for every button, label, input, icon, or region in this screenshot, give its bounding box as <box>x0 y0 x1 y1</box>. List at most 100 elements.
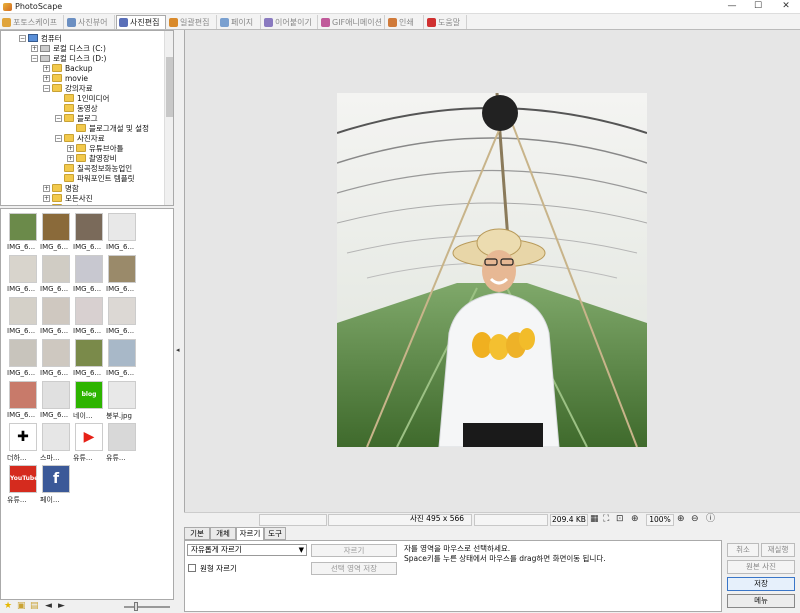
thumbnail-image[interactable] <box>42 423 70 451</box>
actual-size-icon[interactable]: ⊡ <box>616 515 624 524</box>
thumbnail-image[interactable] <box>9 381 37 409</box>
expand-icon[interactable]: + <box>67 154 74 162</box>
tree-item[interactable]: + 유튜브아틀 <box>67 143 124 153</box>
folder-tree[interactable]: − 컴퓨터 + 로컬 디스크 (C:) − 로컬 디스크 (D:) + Backup + movi… <box>0 30 174 206</box>
thumbnail-item[interactable]: IMG_6... <box>106 213 139 255</box>
thumbnail-image[interactable]: ▶ <box>75 423 103 451</box>
photo-canvas[interactable] <box>184 30 800 512</box>
tree-item[interactable]: − 로컬 디스크 (D:) <box>31 53 106 63</box>
thumbnail-item[interactable]: IMG_6... <box>7 255 40 297</box>
thumbnail-image[interactable] <box>9 255 37 283</box>
tree-item[interactable]: − 강의자료 <box>43 83 93 93</box>
add-folder-icon[interactable]: ▣ <box>17 602 26 611</box>
tree-scrollbar-thumb[interactable] <box>166 57 173 117</box>
thumbnail-item[interactable]: IMG_6... <box>106 255 139 297</box>
open-folder-icon[interactable]: ▤ <box>30 602 39 611</box>
zoom-fit-icon[interactable]: ⊕ <box>631 515 639 524</box>
collapse-icon[interactable]: − <box>43 84 50 92</box>
transparency-grid-icon[interactable]: ▦ <box>590 515 599 524</box>
thumbnail-item[interactable]: 스마... <box>40 423 73 465</box>
tree-item[interactable]: − 블로그 <box>55 113 98 123</box>
thumbnail-item[interactable]: IMG_6... <box>40 213 73 255</box>
subtab-3[interactable]: 도구 <box>264 527 286 540</box>
collapse-arrow-icon[interactable]: ◂ <box>176 346 180 354</box>
thumbnail-image[interactable] <box>42 297 70 325</box>
tree-item[interactable]: + 문서 <box>43 203 79 205</box>
thumbnail-item[interactable]: IMG_6... <box>73 213 106 255</box>
thumbnail-image[interactable] <box>108 339 136 367</box>
crop-mode-select[interactable]: 자유롭게 자르기 ▼ <box>187 544 307 556</box>
thumbnail-item[interactable]: IMG_6... <box>40 339 73 381</box>
panel-splitter[interactable]: ◂ <box>175 30 183 613</box>
thumbnail-item[interactable]: ▶ 유튜... <box>73 423 106 465</box>
expand-icon[interactable]: + <box>43 74 50 82</box>
favorite-star-icon[interactable]: ★ <box>4 602 12 611</box>
tab-batch[interactable]: 일괄편집 <box>167 15 217 29</box>
tree-item[interactable]: + 명함 <box>43 183 79 193</box>
thumbnail-image[interactable]: f <box>42 465 70 493</box>
tree-item[interactable]: − 사진자료 <box>55 133 105 143</box>
back-arrow-icon[interactable]: ◄ <box>45 602 52 611</box>
thumbnail-image[interactable] <box>108 381 136 409</box>
tab-print[interactable]: 인쇄 <box>386 15 424 29</box>
thumbnail-image[interactable] <box>108 423 136 451</box>
save-button[interactable]: 저장 <box>727 577 795 591</box>
tab-viewer[interactable]: 사진뷰어 <box>65 15 115 29</box>
thumbnail-image[interactable]: YouTube <box>9 465 38 493</box>
save-selection-button[interactable]: 선택 영역 저장 <box>311 562 397 575</box>
tab-photoscape[interactable]: 포토스케이프 <box>0 15 64 29</box>
thumbnail-item[interactable]: ✚ 더하... <box>7 423 40 465</box>
thumbnail-image[interactable] <box>42 213 70 241</box>
thumbnail-image[interactable] <box>75 255 103 283</box>
thumbnail-image[interactable] <box>42 381 70 409</box>
thumbnail-item[interactable]: blog 네이... <box>73 381 106 423</box>
thumbnail-grid[interactable]: IMG_6... IMG_6... IMG_6... IMG_6... IMG_6...… <box>0 208 174 600</box>
tab-combine[interactable]: 이어붙이기 <box>262 15 318 29</box>
forward-arrow-icon[interactable]: ► <box>58 602 65 611</box>
subtab-2[interactable]: 자르기 <box>236 527 264 541</box>
tab-page[interactable]: 페이지 <box>218 15 261 29</box>
expand-icon[interactable]: + <box>43 194 50 202</box>
tab-editor[interactable]: 사진편집 <box>116 15 166 29</box>
tab-gif[interactable]: GIF애니메이션 <box>319 15 385 29</box>
undo-button[interactable]: 취소 <box>727 543 759 557</box>
thumbnail-item[interactable]: f 페이... <box>40 465 73 507</box>
tree-item[interactable]: 동영상 <box>55 103 98 113</box>
collapse-icon[interactable]: − <box>55 134 62 142</box>
collapse-icon[interactable]: − <box>19 34 26 42</box>
thumbnail-item[interactable]: IMG_6... <box>7 339 40 381</box>
collapse-icon[interactable]: − <box>55 114 62 122</box>
expand-icon[interactable]: + <box>43 204 50 205</box>
info-icon[interactable]: ⓘ <box>706 515 715 524</box>
thumbnail-item[interactable]: IMG_6... <box>73 255 106 297</box>
thumbnail-image[interactable] <box>9 339 37 367</box>
tree-item[interactable]: 칠곡정보화농업인 <box>55 163 132 173</box>
tree-scrollbar[interactable] <box>164 31 173 205</box>
minimize-button[interactable]: — <box>720 0 744 13</box>
thumbnail-image[interactable] <box>75 213 103 241</box>
thumbnail-item[interactable]: IMG_6... <box>106 297 139 339</box>
thumbnail-image[interactable] <box>42 255 70 283</box>
zoom-out-icon[interactable]: ⊖ <box>691 515 699 524</box>
thumbnail-item[interactable]: IMG_6... <box>40 381 73 423</box>
tree-item[interactable]: + Backup <box>43 63 93 73</box>
thumbnail-image[interactable] <box>75 297 103 325</box>
thumbnail-image[interactable] <box>75 339 103 367</box>
expand-icon[interactable]: + <box>31 44 38 52</box>
maximize-button[interactable]: ☐ <box>746 0 770 13</box>
crop-button[interactable]: 자르기 <box>311 544 397 557</box>
tree-item[interactable]: + 로컬 디스크 (C:) <box>31 43 106 53</box>
edited-photo[interactable] <box>337 93 647 447</box>
close-button[interactable]: ✕ <box>772 0 800 13</box>
tree-item[interactable]: 파워포인트 템플릿 <box>55 173 135 183</box>
thumbnail-image[interactable]: ✚ <box>9 423 37 451</box>
thumbnail-image[interactable] <box>108 297 136 325</box>
thumbnail-item[interactable]: IMG_6... <box>106 339 139 381</box>
tree-item[interactable]: + 촬영장비 <box>67 153 117 163</box>
redo-button[interactable]: 재실행 <box>761 543 795 557</box>
thumbnail-item[interactable]: IMG_6... <box>40 255 73 297</box>
thumbnail-image[interactable] <box>9 213 37 241</box>
thumbnail-item[interactable]: 봉부.jpg <box>106 381 139 423</box>
thumbnail-image[interactable] <box>108 255 136 283</box>
tree-item[interactable]: 블로그개설 및 설정 <box>67 123 149 133</box>
